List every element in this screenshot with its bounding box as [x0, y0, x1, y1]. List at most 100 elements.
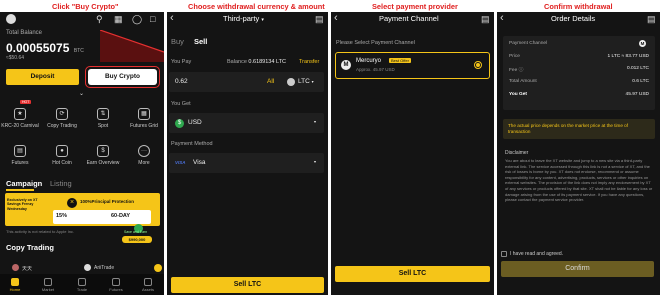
tab-buy[interactable]: Buy: [171, 37, 184, 46]
pay-amount-input[interactable]: 0.62: [175, 78, 188, 85]
deposit-button[interactable]: Deposit: [6, 69, 79, 85]
grid-item-label: Earn Overview: [86, 160, 120, 166]
grid-item-label: Copy Trading: [47, 123, 77, 129]
best-offer-badge: Best Offer: [389, 58, 411, 63]
campaign-banner[interactable]: Exclusively on XT Savings Frenzy Wednesd…: [5, 193, 160, 226]
nav-market[interactable]: Market: [36, 278, 60, 292]
order-history-icon[interactable]: ▤: [481, 14, 490, 24]
channel-prompt: Please Select Payment Channel: [336, 40, 415, 46]
futures-icon: ▤: [14, 145, 26, 157]
scan-icon[interactable]: ▦: [114, 14, 123, 24]
banner-card: 15% 60-DAY: [53, 210, 151, 224]
tab-active-indicator: [6, 189, 34, 191]
you-get-label: You Get: [509, 92, 528, 97]
balance-label: Balance: [227, 59, 247, 65]
mercuryo-logo-icon: M: [341, 60, 351, 70]
nav-label: Assets: [141, 287, 154, 292]
payment-channel-screen: ‹ Payment Channel ▤ Please Select Paymen…: [331, 12, 494, 295]
usd-icon: $: [175, 119, 184, 128]
nav-label: Futures: [109, 287, 123, 292]
assets-icon: [144, 278, 152, 286]
price-notice-text: The actual price depends on the market p…: [508, 123, 629, 134]
selected-radio-icon[interactable]: [474, 61, 482, 69]
payment-method-label: Payment Method: [171, 141, 213, 147]
hot-coin-icon: ●: [56, 145, 68, 157]
chevron-down-icon[interactable]: ⌄: [79, 89, 84, 99]
trader-avatar[interactable]: [84, 264, 91, 271]
floating-gift-icon[interactable]: [154, 264, 162, 272]
grid-item-label: KRC-20 Carnival: [1, 123, 39, 129]
provider-option-mercuryo[interactable]: M Mercuryo Best Offer Approx. 45.97 USD: [335, 52, 490, 79]
grid-item-hot-coin[interactable]: ● Hot Coin: [43, 145, 81, 166]
payment-method-value: Visa: [193, 159, 206, 166]
you-get-value: 45.97 USD: [625, 92, 649, 97]
grid-item-copy-trading[interactable]: ⟳ Copy Trading: [43, 108, 81, 129]
sticker-prize: $990,000: [122, 236, 152, 243]
title-dropdown-icon: ▾: [261, 17, 264, 23]
more-icon: ···: [138, 145, 150, 157]
agree-checkbox[interactable]: [501, 251, 507, 257]
sticker-text: Save and Earn: [124, 230, 148, 234]
order-history-icon[interactable]: ▤: [315, 14, 324, 24]
tab-sell[interactable]: Sell: [194, 37, 207, 46]
page-title-text: Third-party: [223, 14, 260, 23]
pay-currency-select[interactable]: LTC ▾: [298, 78, 314, 85]
futures-grid-icon: ▦: [138, 108, 150, 120]
price-notice: The actual price depends on the market p…: [503, 119, 655, 139]
order-summary: Payment Channel M Price 1 LTC ≈ 83.77 US…: [503, 36, 655, 110]
provider-name: Mercuryo: [356, 58, 382, 64]
search-icon[interactable]: ⚲: [96, 14, 103, 24]
info-icon[interactable]: ⓘ: [519, 68, 524, 73]
copy-trading-title: Copy Trading: [6, 243, 54, 252]
order-details-screen: ‹ Order Details ▤ Payment Channel M Pric…: [497, 12, 660, 295]
confirm-button[interactable]: Confirm: [501, 261, 654, 277]
page-title[interactable]: Third-party ▾: [223, 14, 264, 23]
transfer-link[interactable]: Transfer: [299, 59, 319, 65]
home-screen: ⚲ ▦ ◯ □ Total Balance 0.00055075 BTC ≈$5…: [0, 12, 164, 295]
banner-rate: 15%: [56, 213, 68, 219]
back-arrow-icon[interactable]: ‹: [500, 13, 504, 24]
support-icon[interactable]: ◯: [132, 14, 142, 24]
banner-left-text: Exclusively on XT Savings Frenzy Wednesd…: [7, 198, 38, 211]
trade-icon: [78, 278, 86, 286]
grid-item-futures[interactable]: ▤ Futures: [1, 145, 39, 166]
nav-home[interactable]: Home: [3, 278, 27, 292]
trader-name[interactable]: 天天: [22, 265, 32, 272]
fee-row: Fee ⓘ: [509, 66, 523, 73]
agree-label[interactable]: I have read and agreed.: [510, 251, 563, 257]
activity-disclaimer: This activity is not related to Apple In…: [6, 229, 75, 234]
avatar-icon[interactable]: [6, 14, 16, 24]
all-button[interactable]: All: [267, 78, 274, 85]
grid-item-more[interactable]: ··· More: [125, 145, 163, 166]
grid-item-earn-overview[interactable]: $ Earn Overview: [84, 145, 122, 166]
nav-trade[interactable]: Trade: [70, 278, 94, 292]
sell-ltc-button[interactable]: Sell LTC: [335, 266, 490, 282]
grid-item-spot[interactable]: ⇅ Spot: [84, 108, 122, 129]
back-arrow-icon[interactable]: ‹: [170, 13, 174, 24]
tab-listing[interactable]: Listing: [50, 179, 72, 188]
receive-currency-select[interactable]: $ USD ▾: [169, 113, 324, 133]
pay-amount-field[interactable]: 0.62 All LTC ▾: [169, 72, 324, 92]
close-icon[interactable]: ×: [67, 198, 77, 208]
nav-label: Home: [9, 287, 21, 292]
tab-campaign[interactable]: Campaign: [6, 179, 42, 188]
payment-method-select[interactable]: VISA Visa ▾: [169, 153, 324, 173]
you-get-label: You Get: [171, 101, 191, 107]
caption-step-1: Click "Buy Crypto": [52, 2, 119, 11]
buy-crypto-button[interactable]: Buy Crypto: [88, 69, 157, 85]
caption-step-2: Choose withdrawal currency & amount: [188, 2, 325, 11]
hot-badge: HOT: [20, 100, 32, 104]
nav-assets[interactable]: Assets: [136, 278, 160, 292]
page-title: Payment Channel: [379, 14, 439, 23]
grid-item-label: Futures: [11, 160, 29, 166]
trader-name[interactable]: AriiTrade: [94, 265, 114, 271]
sell-ltc-button[interactable]: Sell LTC: [171, 277, 324, 293]
order-history-icon[interactable]: ▤: [647, 14, 656, 24]
balance-value: 0.6189134 LTC: [248, 59, 286, 65]
notification-icon[interactable]: □: [150, 14, 155, 24]
grid-item-futures-grid[interactable]: ▦ Futures Grid: [125, 108, 163, 129]
nav-futures[interactable]: Futures: [104, 278, 128, 292]
back-arrow-icon[interactable]: ‹: [334, 13, 338, 24]
trader-avatar[interactable]: [12, 264, 19, 271]
grid-item-krc20-carnival[interactable]: HOT ★ KRC-20 Carnival: [1, 100, 39, 129]
